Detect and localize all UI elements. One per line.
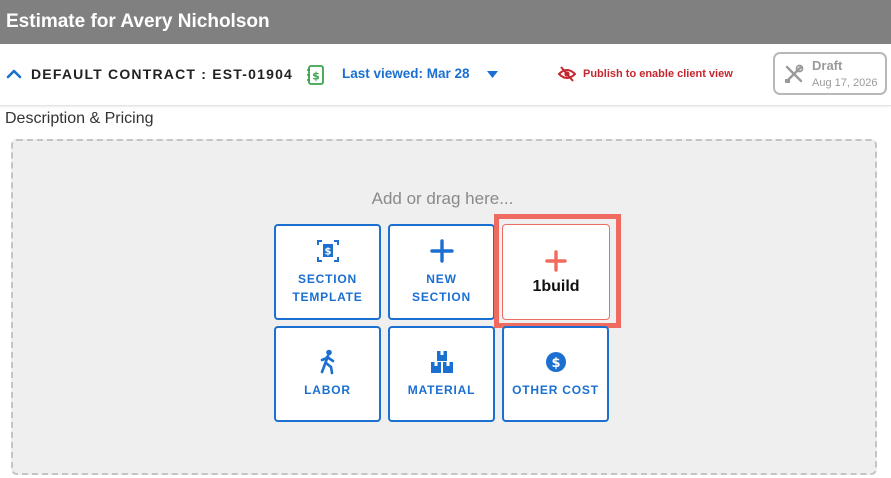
onebuild-button[interactable]: 1build [502,224,610,320]
section-template-icon: $ [316,240,339,262]
caret-down-icon[interactable] [487,71,498,78]
section-template-button[interactable]: $ SECTION TEMPLATE [274,224,381,320]
contract-header: DEFAULT CONTRACT : EST-01904 $ Last view… [0,44,891,106]
eye-off-icon [558,66,576,82]
dollar-document-icon: $ [307,65,324,85]
new-section-label: NEW SECTION [412,272,471,304]
boxes-icon [430,351,453,373]
draft-label: Draft [812,58,843,73]
draft-status-badge: Draft Aug 17, 2026 [773,52,887,95]
svg-text:$: $ [324,247,331,258]
publish-link[interactable]: Publish to enable client view [583,68,733,80]
plus-icon [429,239,454,263]
material-label: MATERIAL [407,383,476,397]
dollar-circle-icon: $ [545,352,566,372]
new-section-button[interactable]: NEW SECTION [388,224,495,320]
drop-hint: Add or drag here... [371,189,514,208]
chevron-up-icon[interactable] [6,66,22,82]
section-template-label: SECTION TEMPLATE [292,272,363,304]
other-cost-button[interactable]: $ OTHER COST [502,326,609,422]
svg-text:$: $ [551,356,560,371]
contract-title: DEFAULT CONTRACT : EST-01904 [31,66,294,82]
draft-date: Aug 17, 2026 [812,77,878,89]
walking-person-icon [320,349,334,375]
window-title: Estimate for Avery Nicholson [0,0,891,44]
plus-icon [545,250,567,272]
other-cost-label: OTHER COST [512,383,599,397]
labor-label: LABOR [304,383,351,397]
tools-icon [785,64,804,83]
section-title: Description & Pricing [5,110,154,127]
svg-text:$: $ [312,70,320,83]
last-viewed-dropdown[interactable]: Last viewed: Mar 28 [342,66,470,81]
onebuild-label: 1build [532,278,580,295]
labor-button[interactable]: LABOR [274,326,381,422]
material-button[interactable]: MATERIAL [388,326,495,422]
